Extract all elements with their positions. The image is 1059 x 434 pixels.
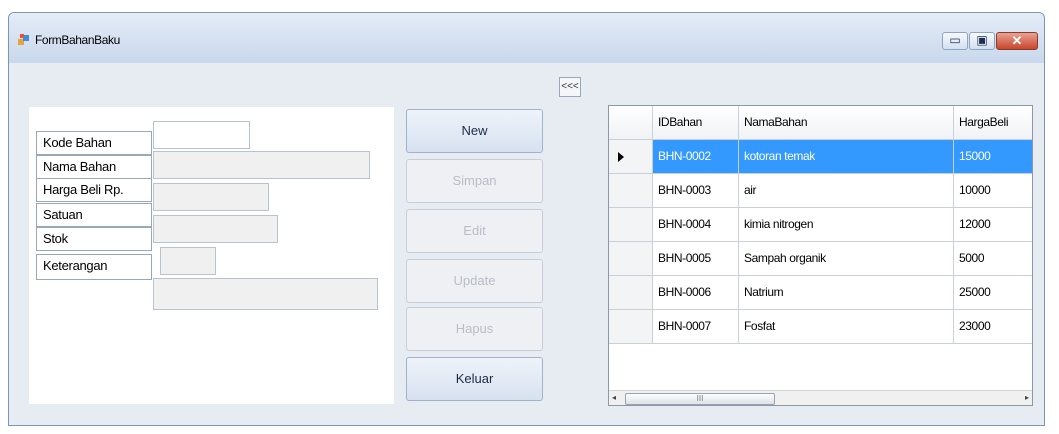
update-button[interactable]: Update [406, 259, 543, 303]
cell-idbahan[interactable]: BHN-0005 [653, 242, 739, 276]
hapus-button[interactable]: Hapus [406, 307, 543, 351]
row-header[interactable] [609, 310, 653, 344]
window-title: FormBahanBaku [35, 33, 120, 47]
row-header[interactable] [609, 208, 653, 242]
form-window: FormBahanBaku ▭ ▣ ✕ <<< Kode Bahan Nama … [8, 12, 1045, 426]
table-row[interactable]: BHN-0002 kotoran temak 15000 [609, 140, 1032, 174]
row-header[interactable] [609, 140, 653, 174]
scrollbar-thumb[interactable]: III [625, 393, 775, 405]
keluar-button[interactable]: Keluar [406, 357, 543, 401]
label-kode-bahan: Kode Bahan [36, 131, 152, 155]
label-harga-beli: Harga Beli Rp. [36, 178, 152, 202]
maximize-icon: ▣ [976, 33, 988, 47]
minimize-button[interactable]: ▭ [942, 32, 968, 50]
title-bar[interactable]: FormBahanBaku ▭ ▣ ✕ [9, 13, 1044, 63]
cell-idbahan[interactable]: BHN-0006 [653, 276, 739, 310]
grid-corner-cell[interactable] [609, 106, 653, 140]
harga-beli-input[interactable] [153, 183, 269, 211]
cell-namabahan[interactable]: Sampah organik [739, 242, 954, 276]
label-satuan: Satuan [36, 203, 152, 227]
satuan-input[interactable] [153, 215, 278, 243]
row-header[interactable] [609, 174, 653, 208]
column-header-hargabeli[interactable]: HargaBeli [954, 106, 1032, 140]
collapse-toggle-button[interactable]: <<< [559, 77, 581, 97]
table-row[interactable]: BHN-0004 kimia nitrogen 12000 [609, 208, 1032, 242]
cell-namabahan[interactable]: air [739, 174, 954, 208]
table-row[interactable]: BHN-0005 Sampah organik 5000 [609, 242, 1032, 276]
cell-hargabeli[interactable]: 10000 [954, 174, 1032, 208]
scroll-left-icon[interactable]: ◂ [612, 393, 616, 402]
grid-header-row: IDBahan NamaBahan HargaBeli [609, 106, 1032, 140]
simpan-button[interactable]: Simpan [406, 159, 543, 203]
label-nama-bahan: Nama Bahan [36, 155, 152, 179]
edit-button[interactable]: Edit [406, 209, 543, 253]
horizontal-scrollbar[interactable]: ◂ III ▸ [609, 390, 1032, 405]
cell-hargabeli[interactable]: 12000 [954, 208, 1032, 242]
bahan-data-grid[interactable]: IDBahan NamaBahan HargaBeli BHN-0002 kot… [608, 105, 1033, 406]
cell-namabahan[interactable]: kotoran temak [739, 140, 954, 174]
cell-idbahan[interactable]: BHN-0004 [653, 208, 739, 242]
cell-idbahan[interactable]: BHN-0003 [653, 174, 739, 208]
input-panel: Kode Bahan Nama Bahan Harga Beli Rp. Sat… [29, 107, 394, 404]
minimize-icon: ▭ [949, 33, 961, 47]
cell-idbahan[interactable]: BHN-0002 [653, 140, 739, 174]
new-button[interactable]: New [406, 109, 543, 153]
scroll-right-icon[interactable]: ▸ [1025, 393, 1029, 402]
form-client-area: <<< Kode Bahan Nama Bahan Harga Beli Rp.… [9, 63, 1044, 425]
table-row[interactable]: BHN-0003 air 10000 [609, 174, 1032, 208]
column-header-namabahan[interactable]: NamaBahan [739, 106, 954, 140]
table-row[interactable]: BHN-0007 Fosfat 23000 [609, 310, 1032, 344]
cell-hargabeli[interactable]: 25000 [954, 276, 1032, 310]
keterangan-input[interactable] [153, 278, 378, 310]
app-icon [18, 34, 29, 45]
table-row[interactable]: BHN-0006 Natrium 25000 [609, 276, 1032, 310]
cell-namabahan[interactable]: Natrium [739, 276, 954, 310]
nama-bahan-input[interactable] [153, 151, 370, 179]
cell-hargabeli[interactable]: 15000 [954, 140, 1032, 174]
cell-hargabeli[interactable]: 5000 [954, 242, 1032, 276]
label-stok: Stok [36, 227, 152, 251]
cell-idbahan[interactable]: BHN-0007 [653, 310, 739, 344]
stok-input[interactable] [160, 247, 216, 275]
row-header[interactable] [609, 242, 653, 276]
column-header-idbahan[interactable]: IDBahan [653, 106, 739, 140]
close-button[interactable]: ✕ [996, 32, 1038, 50]
cell-hargabeli[interactable]: 23000 [954, 310, 1032, 344]
label-keterangan: Keterangan [36, 254, 152, 280]
current-row-arrow-icon [618, 152, 624, 162]
maximize-button[interactable]: ▣ [969, 32, 995, 50]
cell-namabahan[interactable]: kimia nitrogen [739, 208, 954, 242]
kode-bahan-input[interactable] [153, 121, 250, 149]
row-header[interactable] [609, 276, 653, 310]
cell-namabahan[interactable]: Fosfat [739, 310, 954, 344]
close-icon: ✕ [1011, 33, 1023, 48]
